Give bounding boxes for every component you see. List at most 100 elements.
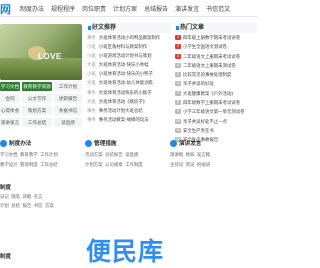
section-link[interactable]: 工作总结 [40, 162, 58, 167]
hot-article-item[interactable]: 3 二年级语文上册期末考试试卷 [175, 52, 257, 61]
main-nav: 制度办法 规程程序 岗位职责 计划方案 总结报告 演讲发言 书信范文 [20, 4, 230, 13]
list-item[interactable]: 小班 小班游戏活动计划书与策划 [87, 51, 171, 60]
section-link[interactable]: 主持词 [170, 162, 183, 167]
item-text: 小班游戏活动计划书与策划 [98, 53, 152, 59]
nav-item-guicheng[interactable]: 规程程序 [51, 4, 75, 13]
rank-badge: 10 [175, 118, 181, 124]
hero-image[interactable]: LOVE [0, 24, 82, 80]
bottom-link[interactable]: 日记 [0, 194, 9, 199]
section-link[interactable]: 公司规章 [105, 162, 123, 167]
hot-article-item[interactable]: 2 小学生全国语文测试卷 [175, 42, 257, 51]
hot-articles-title: 热门文章 [180, 25, 205, 31]
list-item[interactable]: 大班 大班体育活动-快乐小青蛙 [87, 60, 171, 69]
section-dot-icon [85, 140, 92, 147]
nav-item-gangwei[interactable]: 岗位职责 [82, 4, 106, 13]
category-duhougan[interactable]: 读后感 [54, 118, 82, 127]
section-link[interactable]: 祝福语 [197, 162, 210, 167]
hot-article-text: 四年级数学上册期末考试试卷 [183, 100, 241, 106]
item-text: 大班体育活动小鸡鸭品教案制作 [98, 35, 161, 40]
section-link[interactable]: 学习文档 [0, 152, 18, 157]
bottom-link[interactable]: 书信 [34, 203, 43, 208]
hot-article-item[interactable]: 7 大班健康教案《户外活动》 [175, 89, 257, 98]
bottom-link[interactable]: 随笔 [11, 194, 20, 199]
item-text: 大班体育活动-快乐小青蛙 [98, 62, 149, 68]
site-logo[interactable]: 网 [0, 1, 11, 17]
hot-article-text: 小学三年级语文第一单元测试卷 [183, 109, 245, 115]
list-item[interactable]: 事务 事务活动教案-绳梯的玩法 [87, 115, 171, 124]
section-link[interactable]: 读后感 [125, 152, 138, 157]
hot-article-text: 小学生全国语文测试卷 [183, 44, 227, 50]
category-yanjiang[interactable]: 演讲发言 [0, 118, 20, 127]
list-item[interactable]: 小班 小班体育活动-快乐的小鸭子 [87, 69, 171, 78]
item-tag: 事务 [87, 35, 96, 40]
section-link[interactable]: 教学设计 [0, 162, 18, 167]
section-link[interactable]: 演讲稿 [170, 152, 183, 157]
item-text: 事务活动教案-绳梯的玩法 [98, 116, 149, 122]
rank-badge: 1 [175, 35, 181, 40]
list-item[interactable]: 大班 大班体育活动《跳房子》 [87, 97, 171, 106]
section-title-text: 管理措施 [94, 141, 117, 147]
section-link[interactable]: 活动方案 [85, 152, 103, 157]
nav-item-jihua[interactable]: 计划方案 [113, 4, 137, 13]
category-gongzuojihua[interactable]: 工作计划 [54, 82, 82, 91]
section-link[interactable]: 工作制度 [125, 162, 143, 167]
list-item[interactable]: 事务 事务活动计划大班总结 [87, 106, 171, 115]
hot-article-item[interactable]: 8 四年级数学上册期末考试试卷 [175, 98, 257, 107]
hot-article-text: 亲子共读的好处 [183, 81, 214, 87]
bottom-link[interactable]: 总结 [11, 203, 20, 208]
category-cehua[interactable]: 策划方案 [22, 106, 52, 115]
section-dot-icon [170, 140, 177, 147]
hot-article-text: 安全生产责任书 [183, 127, 214, 133]
item-text: 事务活动计划大班总结 [98, 107, 143, 113]
item-text: 大班体育活动《跳房子》 [98, 98, 148, 104]
category-zongjie[interactable]: 工作总结 [22, 118, 52, 127]
category-tiaoju[interactable]: 条据书信 [54, 106, 82, 115]
rank-badge: 7 [175, 90, 181, 96]
hot-article-item[interactable]: 10 亲子共读好处不止一点 [175, 117, 257, 126]
hot-article-text: 大班健康教案《户外活动》 [183, 90, 236, 96]
section-link[interactable]: 致辞 [186, 152, 195, 157]
hot-article-item[interactable]: 5 比较常见的事故处理制度 [175, 70, 257, 79]
recommended-header: 好文推荐 [87, 23, 171, 33]
recommended-panel: 好文推荐 事务 大班体育活动小鸡鸭品教案制作 小班 小班区角材料与教案制作 小班 小班… [87, 23, 171, 124]
item-tag: 小班 [87, 71, 96, 77]
category-hetong[interactable]: 合同 [0, 94, 20, 103]
section-link[interactable]: 管理制度 [20, 162, 38, 167]
section-links-row: 学习文档 教育教学 工作计划 [0, 152, 58, 158]
bottom-list-title: 制度 [0, 185, 12, 191]
nav-item-yanjiang[interactable]: 演讲发言 [175, 4, 199, 13]
list-item[interactable]: 事务 大班体育活动小鸡鸭品教案制作 [87, 33, 171, 42]
section-dot-icon [0, 140, 7, 147]
list-item[interactable]: 大班 大班体育活动-幼儿体能训练 [87, 78, 171, 87]
hot-article-text: 比较常见的事故处理制度 [183, 72, 232, 78]
section-link[interactable]: 计划方案 [85, 162, 103, 167]
category-xuexi[interactable]: 学习文档 [0, 82, 20, 91]
list-item[interactable]: 小班 小班区角材料与教案制作 [87, 42, 171, 51]
category-jiaoyu[interactable]: 教育教学资源 [22, 82, 52, 91]
section-link[interactable]: 贺词 [186, 162, 195, 167]
section-link[interactable]: 总结报告 [105, 152, 123, 157]
bottom-link[interactable]: 名言 [34, 194, 43, 199]
nav-item-zhidu[interactable]: 制度办法 [20, 4, 44, 13]
bottom-link[interactable]: 报告 [23, 203, 32, 208]
hot-article-item[interactable]: 9 小学三年级语文第一单元测试卷 [175, 107, 257, 116]
hot-article-item[interactable]: 11 安全生产责任书 [175, 126, 257, 135]
section-link[interactable]: 发言稿 [197, 152, 210, 157]
item-text: 小班区角材料与教案制作 [98, 44, 148, 50]
nav-item-shuxin[interactable]: 书信范文 [206, 4, 230, 13]
hot-article-item[interactable]: 4 二年级语文上册期末测试卷 [175, 61, 257, 70]
bottom-link[interactable]: 计划 [0, 203, 9, 208]
category-gongwen[interactable]: 公文写作 [22, 94, 52, 103]
bottom-link[interactable]: 方案 [45, 203, 54, 208]
list-item[interactable]: 事务 大班体育活动快乐的小猴子 [87, 88, 171, 97]
hot-article-item[interactable]: 1 四年级上册数学期末考试试卷 [175, 33, 257, 42]
nav-item-zongjie[interactable]: 总结报告 [144, 4, 168, 13]
hot-article-item[interactable]: 6 亲子共读的好处 [175, 79, 257, 88]
bottom-link[interactable]: 诗歌 [23, 194, 32, 199]
category-xinde[interactable]: 心得体会 [0, 106, 20, 115]
item-tag: 大班 [87, 62, 96, 68]
section-link[interactable]: 工作计划 [40, 152, 58, 157]
category-shuzhi[interactable]: 述职报告 [54, 94, 82, 103]
top-bar: 网 制度办法 规程程序 岗位职责 计划方案 总结报告 演讲发言 书信范文 [0, 0, 257, 17]
section-link[interactable]: 教育教学 [20, 152, 38, 157]
